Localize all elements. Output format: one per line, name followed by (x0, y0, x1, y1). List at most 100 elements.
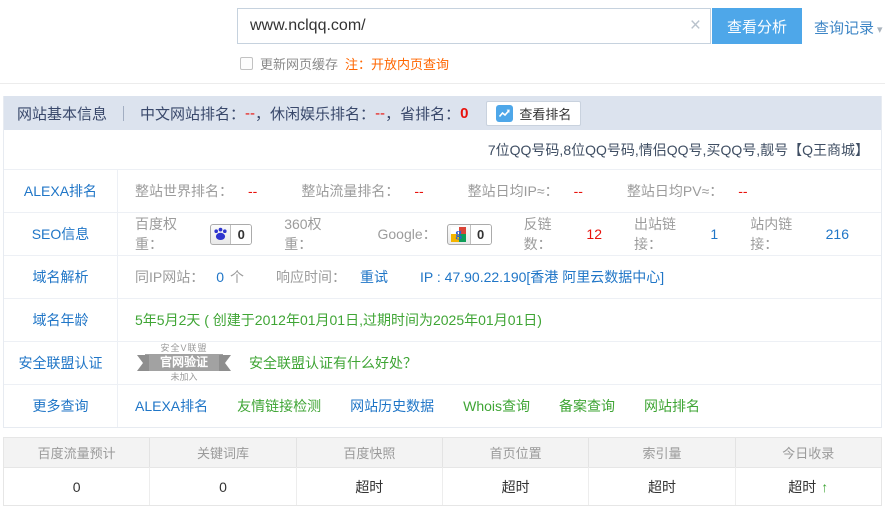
dns-row-label: 域名解析 (4, 256, 118, 298)
chevron-down-icon: ▾ (877, 24, 883, 36)
alexa-world-rank: 整站世界排名： -- (135, 181, 257, 201)
outbound-links-label: 出站链接： (634, 214, 698, 254)
seo-row-content: 百度权重： 0 360权重： Google： g 0 (118, 213, 881, 255)
alexa-traffic-rank: 整站流量排名： -- (301, 181, 423, 201)
same-ip-value[interactable]: 0 (216, 269, 224, 285)
alexa-daily-pv-value: -- (738, 183, 747, 199)
same-ip-unit: 个 (230, 267, 244, 287)
stats-col-snapshot: 百度快照 (296, 438, 442, 467)
more-link-alexa[interactable]: ALEXA排名 (135, 396, 208, 416)
google-icon: g (448, 225, 471, 244)
seo-row-label: SEO信息 (4, 213, 118, 255)
alexa-world-rank-value: -- (248, 183, 257, 199)
dns-row-content: 同IP网站： 0 个 响应时间： 重试 IP : 47.90.22.190[香港… (118, 256, 881, 298)
view-rank-button-label: 查看排名 (519, 104, 571, 123)
alexa-daily-ip-label: 整站日均IP≈： (468, 181, 559, 201)
alexa-daily-ip: 整站日均IP≈： -- (468, 181, 583, 201)
alexa-daily-pv-label: 整站日均PV≈： (627, 181, 723, 201)
stats-header-row: 百度流量预计 关键词库 百度快照 首页位置 索引量 今日收录 (4, 438, 881, 467)
stats-value-index: 超时 (588, 467, 734, 505)
alexa-daily-ip-value: -- (574, 183, 583, 199)
title-divider: ｜ (116, 103, 131, 124)
google-pr-value: 0 (471, 225, 491, 244)
cn-rank-label: 中文网站排名： (140, 103, 245, 124)
more-link-whois[interactable]: Whois查询 (463, 396, 530, 416)
stats-value-homepage: 超时 (442, 467, 588, 505)
cert-badge-top-text: 安全V联盟 (135, 343, 233, 353)
site-title: 7位QQ号码,8位QQ号码,情侣QQ号,买QQ号,靓号【Q王商城】 (488, 140, 869, 160)
baidu-stats-table: 百度流量预计 关键词库 百度快照 首页位置 索引量 今日收录 0 0 超时 超时… (3, 437, 882, 506)
cache-checkbox-label: 更新网页缓存 (260, 54, 338, 73)
cache-checkbox[interactable] (240, 57, 253, 70)
baidu-weight-badge[interactable]: 0 (210, 224, 252, 245)
more-queries-row-label: 更多查询 (4, 385, 118, 427)
stats-value-today: 超时 ↑ (735, 467, 881, 505)
view-rank-button[interactable]: 查看排名 (486, 101, 581, 126)
baidu-weight-value: 0 (231, 225, 251, 244)
outbound-links: 出站链接： 1 (634, 214, 718, 254)
stats-value-traffic: 0 (4, 467, 149, 505)
province-rank-label: ，省排名： (385, 103, 460, 124)
retry-link[interactable]: 重试 (360, 267, 388, 287)
clear-icon[interactable]: × (690, 14, 701, 38)
site-title-row: 7位QQ号码,8位QQ号码,情侣QQ号,买QQ号,靓号【Q王商城】 (4, 130, 881, 169)
alexa-row: ALEXA排名 整站世界排名： -- 整站流量排名： -- 整站日均IP≈： -… (4, 169, 881, 212)
seo-row: SEO信息 百度权重： 0 360权重： Google： g (4, 212, 881, 255)
inner-page-note: 注：开放内页查询 (345, 54, 449, 73)
more-link-icp[interactable]: 备案查询 (559, 396, 615, 416)
cert-benefit-link[interactable]: 安全联盟认证有什么好处？ (249, 353, 417, 373)
dns-row: 域名解析 同IP网站： 0 个 响应时间： 重试 IP : 47.90.22.1… (4, 255, 881, 298)
backlinks-value: 12 (586, 226, 602, 242)
stats-value-snapshot: 超时 (296, 467, 442, 505)
alexa-world-rank-label: 整站世界排名： (135, 181, 233, 201)
url-input-wrap: × (237, 8, 711, 44)
outbound-links-value[interactable]: 1 (710, 226, 718, 242)
url-input[interactable] (238, 9, 658, 43)
ip-address-link[interactable]: IP : 47.90.22.190[香港 阿里云数据中心] (420, 267, 664, 287)
so360-weight-label: 360权重： (284, 214, 345, 254)
search-area: × 查看分析 查询记录▾ 更新网页缓存 注：开放内页查询 (0, 0, 885, 84)
more-link-siterank[interactable]: 网站排名 (644, 396, 700, 416)
domain-age-value: 5年5月2天 ( 创建于2012年01月01日,过期时间为2025年01月01日… (135, 310, 542, 330)
alexa-row-content: 整站世界排名： -- 整站流量排名： -- 整站日均IP≈： -- 整站日均PV… (118, 170, 881, 212)
backlinks-label: 反链数： (524, 214, 575, 254)
alexa-row-label: ALEXA排名 (4, 170, 118, 212)
more-link-history[interactable]: 网站历史数据 (350, 396, 434, 416)
google-letter: g (451, 225, 466, 241)
more-link-friendlinks[interactable]: 友情链接检测 (237, 396, 321, 416)
google-pr-label: Google： (377, 224, 436, 244)
stats-col-index: 索引量 (588, 438, 734, 467)
stats-col-traffic: 百度流量预计 (4, 438, 149, 467)
baidu-weight: 百度权重： 0 (135, 214, 252, 254)
history-link[interactable]: 查询记录▾ (814, 17, 883, 38)
domain-age-row: 域名年龄 5年5月2天 ( 创建于2012年01月01日,过期时间为2025年0… (4, 298, 881, 341)
category-rank-label: ，休闲娱乐排名： (255, 103, 375, 124)
stats-col-today: 今日收录 (735, 438, 881, 467)
internal-links-label: 站内链接： (750, 214, 813, 254)
section-title: 网站基本信息 (17, 103, 107, 124)
cert-badge-bottom-text: 未加入 (135, 372, 233, 383)
baidu-paw-icon (211, 225, 231, 244)
internal-links-value[interactable]: 216 (826, 226, 849, 242)
up-arrow-icon: ↑ (821, 479, 828, 495)
domain-age-row-label: 域名年龄 (4, 299, 118, 341)
stats-col-keywords: 关键词库 (149, 438, 295, 467)
site-info-header: 网站基本信息 ｜ 中文网站排名： -- ，休闲娱乐排名： -- ，省排名： 0 … (4, 96, 881, 130)
cache-row: 更新网页缓存 注：开放内页查询 (240, 54, 449, 73)
stats-values-row: 0 0 超时 超时 超时 超时 ↑ (4, 467, 881, 505)
more-queries-row-content: ALEXA排名 友情链接检测 网站历史数据 Whois查询 备案查询 网站排名 (118, 385, 881, 427)
backlinks: 反链数： 12 (524, 214, 602, 254)
site-info-table: 网站基本信息 ｜ 中文网站排名： -- ，休闲娱乐排名： -- ，省排名： 0 … (3, 96, 882, 428)
security-cert-row-content: 安全V联盟 官网验证 未加入 安全联盟认证有什么好处？ (118, 342, 881, 384)
security-cert-row-label: 安全联盟认证 (4, 342, 118, 384)
response-time-label: 响应时间： (276, 267, 346, 287)
cn-rank-value: -- (245, 105, 255, 122)
so360-weight: 360权重： (284, 214, 345, 254)
category-rank-value: -- (375, 105, 385, 122)
history-link-label: 查询记录 (814, 20, 874, 37)
security-cert-badge-icon[interactable]: 安全V联盟 官网验证 未加入 (135, 343, 233, 383)
analyze-button[interactable]: 查看分析 (712, 8, 802, 44)
domain-age-row-content: 5年5月2天 ( 创建于2012年01月01日,过期时间为2025年01月01日… (118, 299, 881, 341)
google-pr: Google： g 0 (377, 224, 491, 245)
google-pr-badge[interactable]: g 0 (447, 224, 492, 245)
